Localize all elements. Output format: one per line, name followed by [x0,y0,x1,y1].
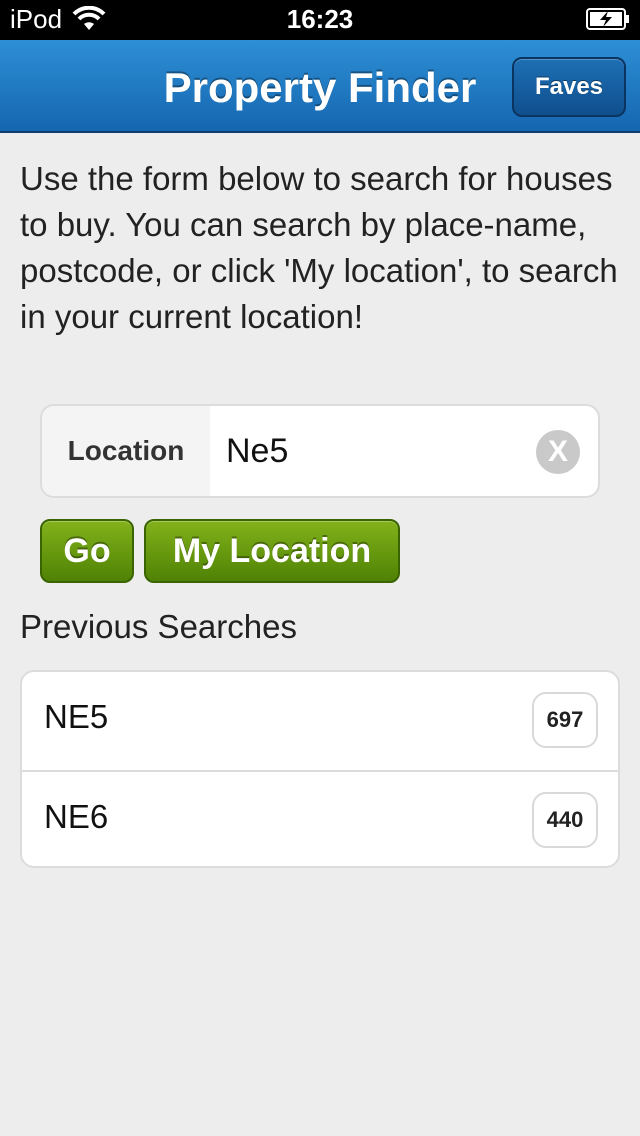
battery-charging-icon [586,8,630,30]
clear-icon[interactable]: X [536,430,580,474]
faves-button[interactable]: Faves [512,57,626,117]
list-item[interactable]: NE6 440 [22,770,618,866]
my-location-button[interactable]: My Location [144,519,400,583]
nav-header: Property Finder Faves [0,40,640,133]
location-search-field: Location X [40,404,600,498]
status-bar: iPod 16:23 [0,0,640,40]
previous-searches-heading: Previous Searches [20,608,297,645]
go-button[interactable]: Go [40,519,134,583]
location-label: Location [42,406,210,496]
intro-text: Use the form below to search for houses … [20,160,618,335]
location-input[interactable] [210,406,530,496]
previous-searches-list: NE5 697 NE6 440 [20,670,620,868]
list-item[interactable]: NE5 697 [22,672,618,770]
search-term: NE5 [44,698,109,735]
result-count-badge: 440 [532,792,598,848]
search-term: NE6 [44,798,109,835]
result-count-badge: 697 [532,692,598,748]
clock: 16:23 [286,4,354,34]
